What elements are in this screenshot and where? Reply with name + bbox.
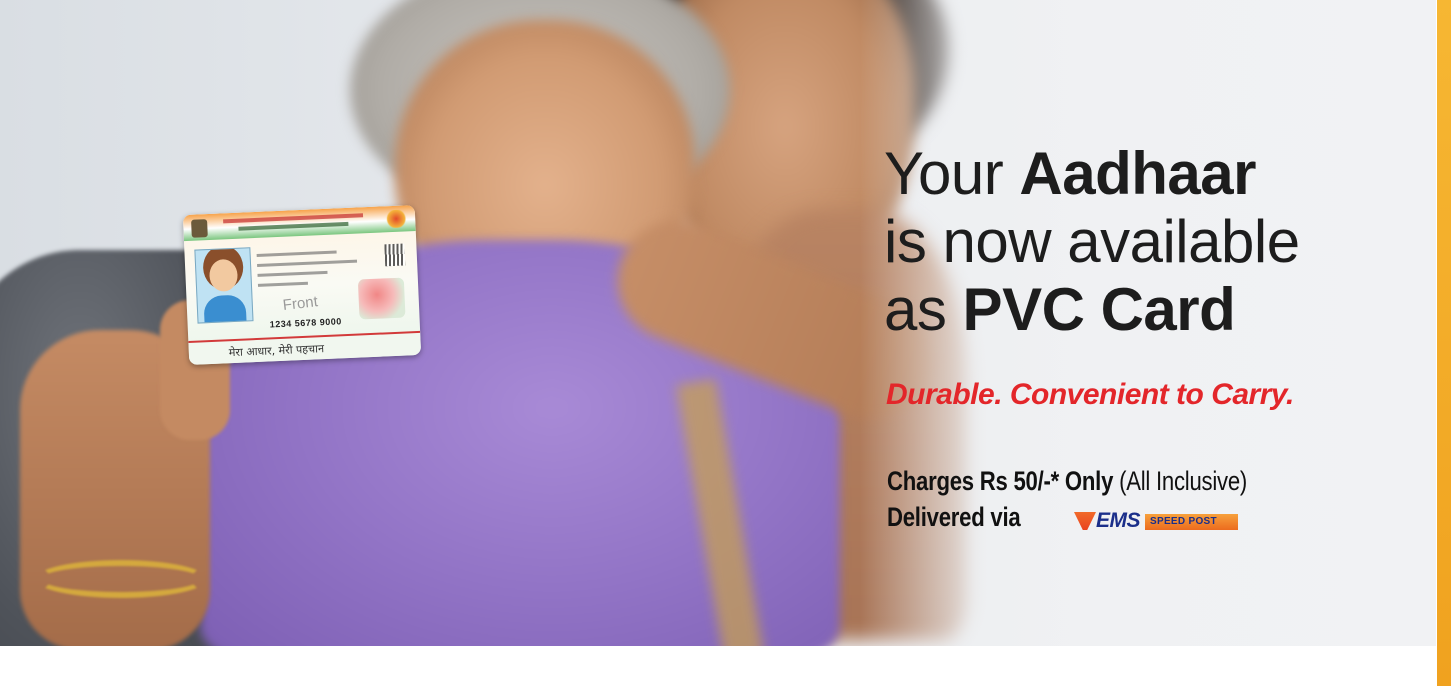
headline-line-3: as PVC Card <box>884 276 1404 344</box>
banner-headline: Your Aadhaar is now available as PVC Car… <box>884 140 1404 344</box>
aadhaar-pvc-banner[interactable]: Front 1234 5678 9000 मेरा आधार, मेरी पहच… <box>0 0 1436 646</box>
ems-chevron-icon <box>1074 512 1096 530</box>
card-text-line <box>256 250 337 257</box>
hologram-icon <box>357 277 406 320</box>
headline-text: as <box>884 276 963 343</box>
card-number: 1234 5678 9000 <box>269 316 342 330</box>
avatar-body <box>203 294 247 324</box>
headline-line-1: Your Aadhaar <box>884 140 1404 208</box>
delivered-via-text: Delivered via <box>887 502 1021 532</box>
ems-logo-sub: SPEED POST <box>1150 516 1217 527</box>
charges-text: Charges Rs 50/-* Only (All Inclusive) <box>887 466 1247 497</box>
card-tagline: मेरा आधार, मेरी पहचान <box>228 342 325 360</box>
card-header <box>182 205 416 242</box>
card-text-line <box>257 259 358 267</box>
ems-speed-post-logo: EMS SPEED POST <box>1074 509 1238 534</box>
headline-line-2: is now available <box>884 208 1300 275</box>
national-emblem-icon <box>191 219 208 238</box>
aadhaar-logo-icon <box>384 209 408 229</box>
page-background-strip <box>0 646 1437 686</box>
qr-code-icon <box>384 243 406 267</box>
avatar-head <box>208 258 239 293</box>
card-header-line <box>238 221 349 231</box>
ems-logo-word: EMS <box>1096 509 1141 532</box>
aadhaar-pvc-card-image: Front 1234 5678 9000 मेरा आधार, मेरी पहच… <box>182 205 422 365</box>
card-photo <box>194 247 254 324</box>
charges-amount: Charges Rs 50/-* Only <box>887 466 1114 496</box>
banner-tagline: Durable. Convenient to Carry. <box>886 378 1294 411</box>
headline-text: Your <box>884 140 1020 207</box>
headline-pvc-card: PVC Card <box>962 276 1236 343</box>
card-text-line <box>257 281 308 287</box>
card-text-line <box>257 270 328 277</box>
card-front-label: Front <box>281 293 319 315</box>
accent-stripe <box>1437 0 1451 686</box>
headline-aadhaar: Aadhaar <box>1019 140 1256 207</box>
charges-note: (All Inclusive) <box>1113 466 1248 496</box>
background-bangle <box>35 560 207 598</box>
